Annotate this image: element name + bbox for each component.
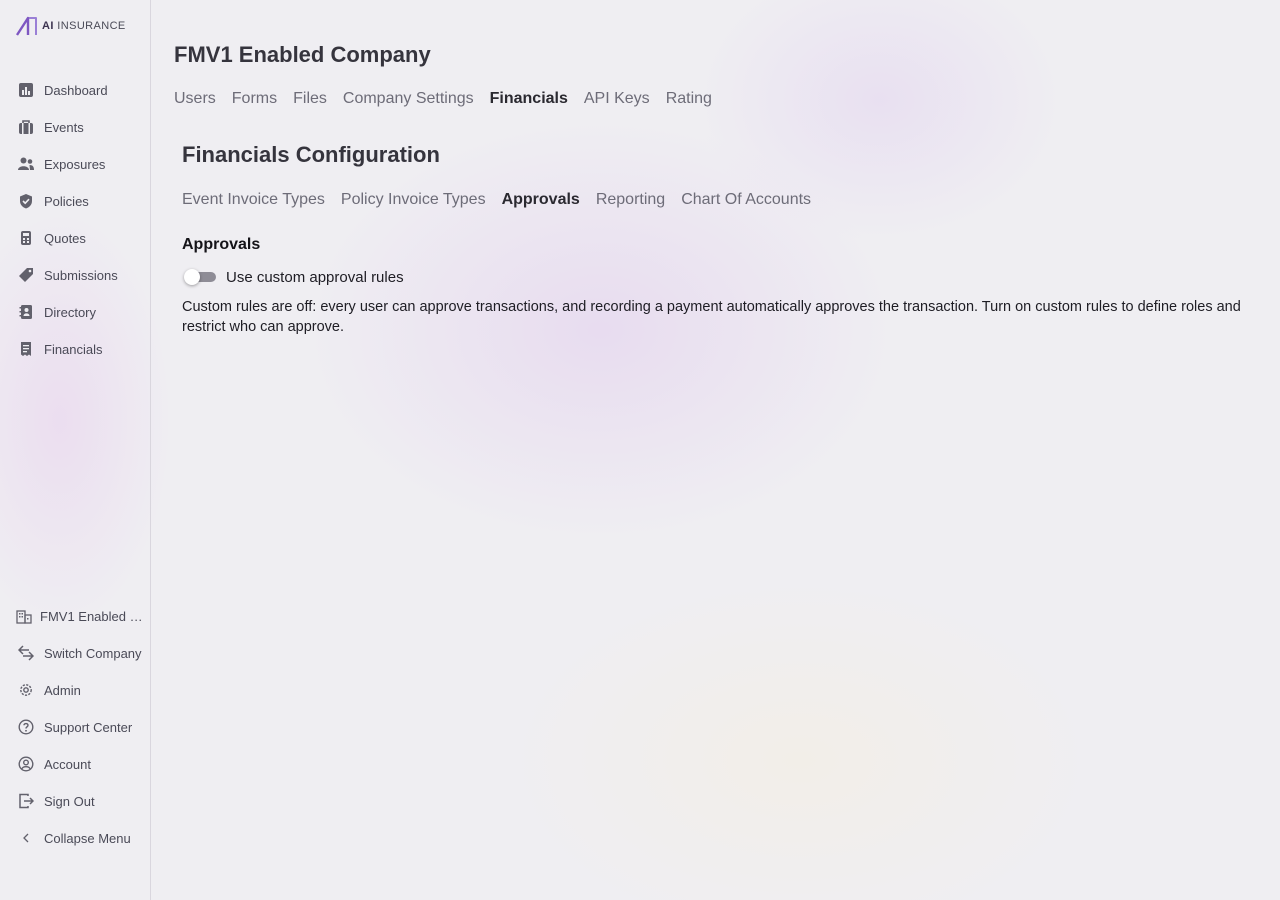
sidebar-item-exposures[interactable]: Exposures (18, 152, 105, 176)
sidebar-item-label: Quotes (44, 230, 86, 246)
sidebar-item-label: Account (44, 756, 91, 772)
sidebar-item-account[interactable]: Account (18, 752, 91, 776)
sidebar-item-label: Collapse Menu (44, 830, 131, 846)
toggle-label: Use custom approval rules (226, 268, 404, 286)
section-title: Financials Configuration (182, 142, 440, 167)
sidebar-item-label: Support Center (44, 719, 133, 735)
sidebar-item-label: Directory (44, 304, 97, 320)
subtab-event-invoice-types[interactable]: Event Invoice Types (182, 191, 325, 209)
financials-subtabs: Event Invoice Types Policy Invoice Types… (182, 191, 811, 209)
tab-forms[interactable]: Forms (232, 90, 277, 108)
sidebar-item-financials[interactable]: Financials (18, 337, 103, 361)
sidebar-item-directory[interactable]: Directory (18, 300, 96, 324)
collapse-menu-button[interactable]: Collapse Menu (18, 826, 131, 850)
user-circle-icon (18, 756, 34, 772)
building-icon (16, 608, 32, 624)
approvals-heading: Approvals (182, 236, 261, 253)
sidebar-item-label: Policies (44, 193, 89, 209)
tab-api-keys[interactable]: API Keys (584, 90, 650, 108)
page-title: FMV1 Enabled Company (174, 42, 431, 67)
company-tabs: Users Forms Files Company Settings Finan… (174, 90, 712, 108)
tab-users[interactable]: Users (174, 90, 216, 108)
sidebar-item-label: Sign Out (44, 793, 95, 809)
logo[interactable]: AI INSURANCE (16, 16, 126, 36)
users-icon (18, 156, 34, 172)
switch-arrows-icon (18, 645, 34, 661)
sidebar-item-label: Exposures (44, 156, 106, 172)
custom-approval-toggle[interactable] (182, 268, 216, 286)
receipt-icon (18, 341, 34, 357)
subtab-approvals[interactable]: Approvals (502, 191, 580, 209)
sidebar-item-support-center[interactable]: Support Center (18, 715, 132, 739)
shield-check-icon (18, 193, 34, 209)
sidebar-item-label: Admin (44, 682, 81, 698)
custom-approval-toggle-row: Use custom approval rules (182, 268, 404, 286)
briefcase-icon (18, 119, 34, 135)
tab-files[interactable]: Files (293, 90, 327, 108)
approvals-description: Custom rules are off: every user can app… (182, 299, 1241, 335)
sidebar: AI INSURANCE Dashboard Events Exposures … (0, 0, 151, 900)
tab-financials[interactable]: Financials (490, 90, 568, 108)
tag-icon (18, 267, 34, 283)
sidebar-item-label: Dashboard (44, 82, 108, 98)
logo-text: AI INSURANCE (42, 20, 126, 32)
sidebar-item-label: Events (44, 119, 84, 135)
sidebar-item-switch-company[interactable]: Switch Company (18, 641, 142, 665)
subtab-chart-of-accounts[interactable]: Chart Of Accounts (681, 191, 811, 209)
gear-icon (18, 682, 34, 698)
toggle-knob (184, 269, 200, 285)
logo-mark-icon (16, 16, 37, 36)
sidebar-item-events[interactable]: Events (18, 115, 84, 139)
sidebar-item-label: Switch Company (44, 645, 142, 661)
subtab-policy-invoice-types[interactable]: Policy Invoice Types (341, 191, 486, 209)
sidebar-item-company[interactable]: FMV1 Enabled Company (16, 604, 145, 628)
tab-rating[interactable]: Rating (666, 90, 712, 108)
sidebar-item-dashboard[interactable]: Dashboard (18, 78, 108, 102)
sign-out-icon (18, 793, 34, 809)
chevron-left-icon (18, 830, 34, 846)
subtab-reporting[interactable]: Reporting (596, 191, 665, 209)
sidebar-item-sign-out[interactable]: Sign Out (18, 789, 95, 813)
sidebar-item-label: FMV1 Enabled Company (40, 608, 145, 624)
sidebar-item-quotes[interactable]: Quotes (18, 226, 86, 250)
tab-company-settings[interactable]: Company Settings (343, 90, 474, 108)
calculator-icon (18, 230, 34, 246)
sidebar-item-admin[interactable]: Admin (18, 678, 81, 702)
sidebar-item-submissions[interactable]: Submissions (18, 263, 118, 287)
address-book-icon (18, 304, 34, 320)
sidebar-item-policies[interactable]: Policies (18, 189, 89, 213)
chart-bar-icon (18, 82, 34, 98)
sidebar-item-label: Financials (44, 341, 103, 357)
help-circle-icon (18, 719, 34, 735)
sidebar-item-label: Submissions (44, 267, 118, 283)
